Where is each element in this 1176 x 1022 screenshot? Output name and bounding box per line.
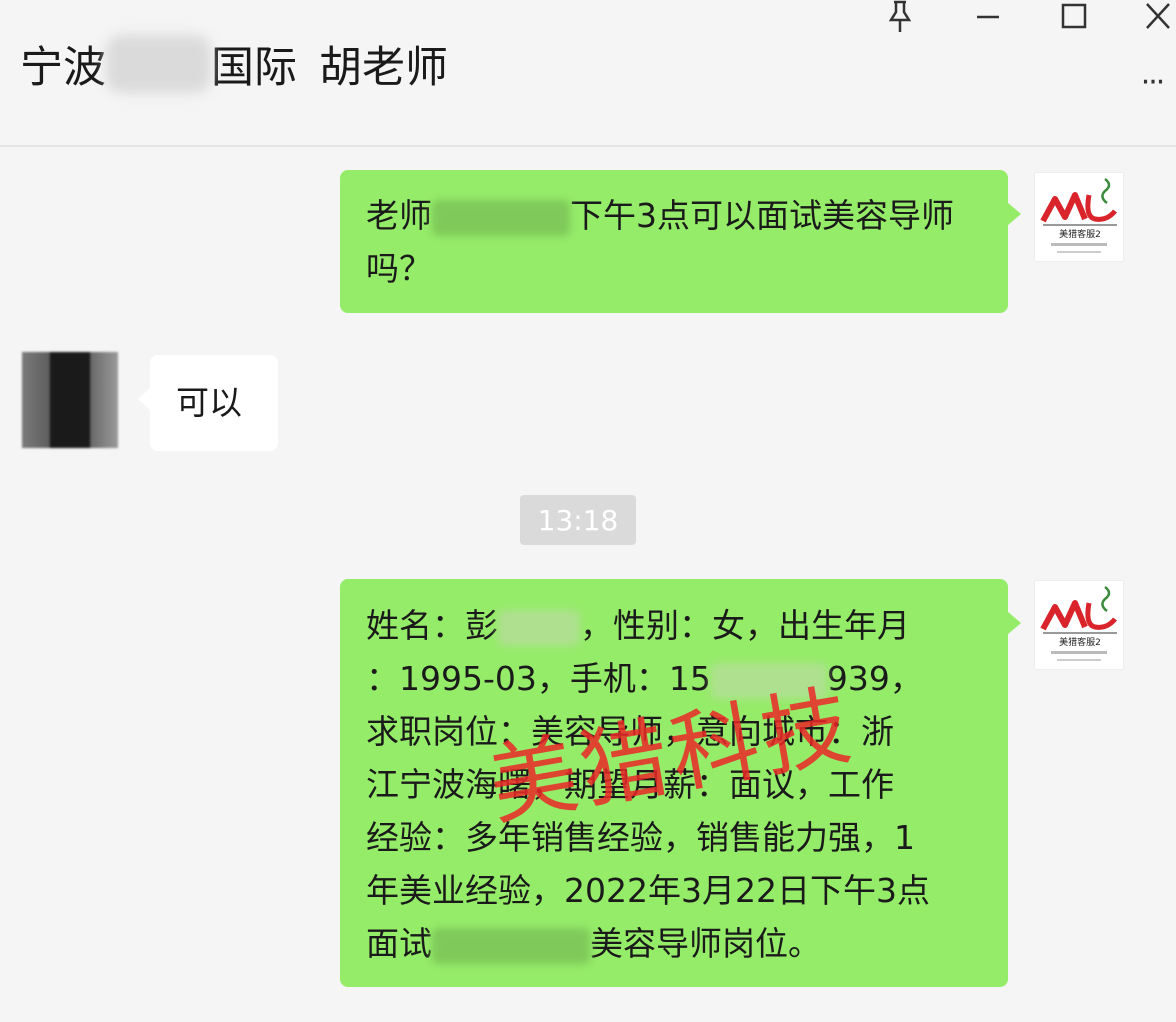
title-part-1: 宁波: [20, 43, 106, 93]
message-text: 吗？: [366, 249, 432, 288]
message-bubble-outgoing[interactable]: 姓名：彭 ，性别：女，出生年月 ：1995-03，手机：15 939， 求职岗位：美…: [340, 579, 1021, 987]
message-text: 939，: [826, 659, 923, 698]
chat-header: 宁波 国际 胡老师 ···: [0, 0, 1176, 147]
message-text: 可以: [176, 383, 242, 422]
message-text: 江宁波海曙，期望月薪：面议，工作: [366, 765, 894, 804]
message-text: 年美业经验，2022年3月22日下午3点: [366, 871, 930, 910]
redacted-text: [432, 199, 570, 236]
svg-text:美猎客服2: 美猎客服2: [1059, 228, 1101, 240]
avatar-contact[interactable]: [22, 352, 118, 448]
message-text: 下午3点可以面试美容导师: [570, 196, 954, 235]
message-bubble-outgoing[interactable]: 老师 下午3点可以面试美容导师 吗？: [340, 170, 1021, 313]
redacted-text: [432, 927, 590, 964]
chat-window: 宁波 国际 胡老师 ··· 老师 下午3点可以面试美容导师 吗？ 美猎客服2 可…: [0, 0, 1176, 1022]
message-text: 老师: [366, 196, 432, 235]
redacted-title: [106, 35, 211, 93]
brand-logo-icon: 美猎客服2: [1040, 178, 1117, 253]
avatar-me[interactable]: 美猎客服2: [1034, 580, 1124, 670]
close-icon[interactable]: [1138, 0, 1176, 34]
redacted-text: [498, 609, 580, 646]
chat-title: 宁波 国际 胡老师: [20, 34, 448, 94]
message-bubble-incoming[interactable]: 可以: [138, 355, 278, 451]
brand-logo-icon: 美猎客服2: [1040, 586, 1117, 661]
more-options-button[interactable]: ···: [1132, 62, 1172, 102]
timestamp: 13:18: [520, 495, 636, 545]
message-text: ，性别：女，出生年月: [580, 606, 910, 645]
redacted-text: [710, 662, 827, 699]
avatar-me[interactable]: 美猎客服2: [1034, 172, 1124, 262]
message-text: 美容导师岗位。: [590, 924, 821, 963]
message-text: 姓名：彭: [366, 606, 498, 645]
message-text: ：1995-03，手机：15: [366, 659, 711, 698]
pin-icon[interactable]: [880, 0, 920, 34]
contact-name: 胡老师: [319, 43, 448, 93]
svg-text:美猎客服2: 美猎客服2: [1059, 636, 1101, 648]
title-part-2: 国际: [211, 43, 297, 93]
message-text: 面试: [366, 924, 432, 963]
message-text: 经验：多年销售经验，销售能力强，1: [366, 818, 915, 857]
minimize-icon[interactable]: [968, 0, 1008, 34]
maximize-icon[interactable]: [1054, 0, 1094, 34]
message-text: 求职岗位：美容导师，意向城市：浙: [366, 712, 894, 751]
